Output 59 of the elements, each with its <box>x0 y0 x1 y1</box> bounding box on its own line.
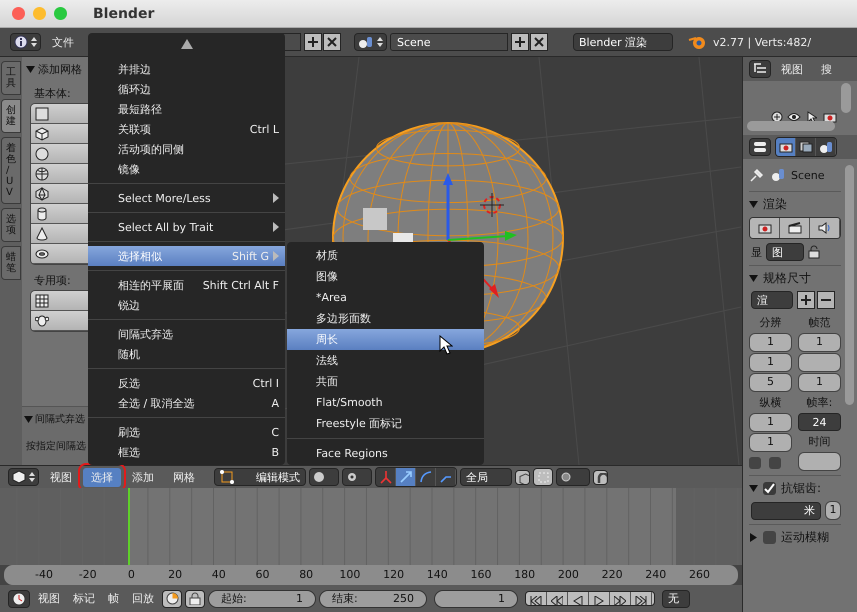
shortcut-text: A <box>271 396 279 410</box>
shortcut-text: Shift Ctrl Alt F <box>202 278 279 292</box>
resolution-label: 分辨 <box>758 315 782 331</box>
frame-number: 60 <box>256 568 270 581</box>
menu-item-label: 随机 <box>118 346 141 362</box>
frame-number: 40 <box>212 568 226 581</box>
menu-item-label: 选择相似 <box>118 248 163 264</box>
panel-title: 添加网格 <box>38 62 82 77</box>
frame-number: 140 <box>426 568 448 581</box>
menu-item-label: 间隔式弃选 <box>118 326 174 342</box>
menu-item-label: 相连的平展面 <box>118 278 185 292</box>
menu-item-label: 活动项的同侧 <box>118 142 185 156</box>
frame-number: 240 <box>645 568 666 581</box>
menu-item-label: 刷选 <box>118 424 141 440</box>
menu-item-label: 循环边 <box>118 82 152 96</box>
menu-item-label: 反选 <box>118 376 141 390</box>
frame-number: -40 <box>35 568 53 581</box>
frame-number: 200 <box>558 568 579 581</box>
frame-number: 220 <box>602 568 623 581</box>
frame-rate-label: 帧率: <box>806 395 834 411</box>
mode-label: 编辑模式 <box>256 470 300 484</box>
context-label: Scene <box>791 168 825 182</box>
time-label: 时间 <box>808 434 832 450</box>
menu-item-label: 框选 <box>118 444 141 460</box>
shortcut-text: Ctrl L <box>250 122 279 136</box>
menu-item-label: 关联项 <box>118 122 152 136</box>
frame-number: 0 <box>128 568 135 581</box>
panel-title: 运动模糊 <box>781 529 829 546</box>
display-label: 显 <box>751 244 762 260</box>
frame-number: 100 <box>339 568 360 581</box>
frame-range-label: 帧范 <box>808 315 832 331</box>
frame-number: 260 <box>689 568 710 581</box>
menu-item-label: 锐边 <box>118 298 141 312</box>
menu-item-label: 全选 / 取消全选 <box>118 396 196 410</box>
aspect-label: 纵横 <box>758 395 782 411</box>
panel-title: 抗锯齿: <box>781 480 822 497</box>
panel-title: 渲染 <box>763 196 787 213</box>
menu-item-label: Select More/Less <box>118 192 212 204</box>
frame-number: 120 <box>383 568 404 581</box>
group-label: 基本体: <box>33 86 72 102</box>
shortcut-text: Shift G <box>232 250 269 262</box>
option-label: 按指定间隔选 <box>26 440 86 453</box>
menu-item-label: Select All by Trait <box>118 220 214 234</box>
menu-item-label: 最短路径 <box>118 102 163 116</box>
frame-number: 160 <box>470 568 492 581</box>
frame-number: -20 <box>78 568 97 581</box>
shortcut-text: Ctrl I <box>252 376 279 390</box>
group-label: 专用项: <box>33 273 72 289</box>
frame-number: 80 <box>299 568 314 581</box>
scene-stats-text: v2.77 | Verts:482/ <box>713 36 812 48</box>
panel-title: 规格尺寸 <box>763 270 811 287</box>
shortcut-text: C <box>271 426 279 438</box>
panel-title: 间隔式弃选 <box>35 412 85 426</box>
shortcut-text: B <box>271 446 279 458</box>
menu-item-label: 镜像 <box>118 162 141 176</box>
frame-number: 180 <box>514 568 536 581</box>
frame-number: 20 <box>168 568 182 581</box>
window-title: Blender <box>93 6 154 22</box>
menu-item-label: 并排边 <box>118 62 152 76</box>
